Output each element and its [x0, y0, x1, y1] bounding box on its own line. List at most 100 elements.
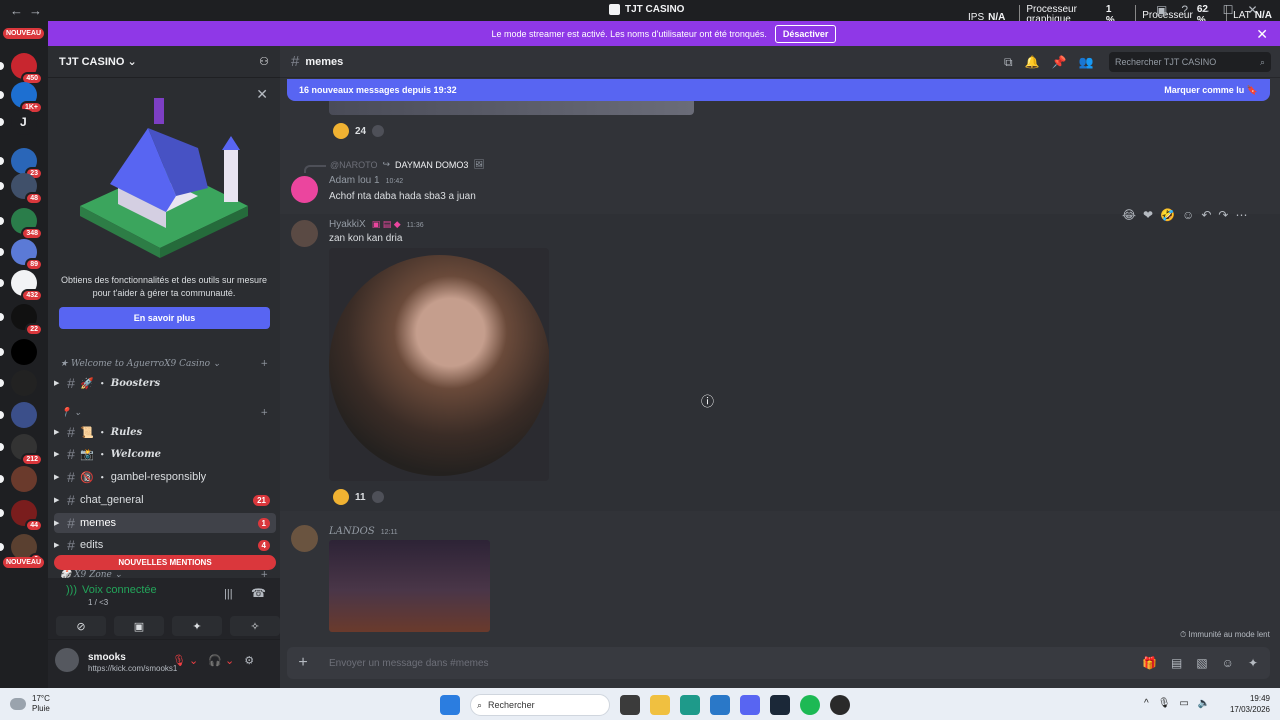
server-icon[interactable]: 348	[11, 208, 43, 240]
server-icon[interactable]	[11, 466, 37, 492]
channel-chat-general[interactable]: ▶ # chat_general 21	[54, 490, 276, 510]
app-icon[interactable]	[830, 695, 850, 715]
gear-icon[interactable]: ⚙	[244, 654, 254, 667]
forward-arrow-icon[interactable]: →	[29, 3, 48, 18]
gif-attachment[interactable]	[329, 540, 490, 632]
task-view-icon[interactable]	[620, 695, 640, 715]
message-composer[interactable]: + Envoyer un message dans #memes 🎁 ▤ ▧ ☺…	[287, 647, 1270, 679]
server-icon[interactable]: 1K+	[11, 82, 43, 114]
microphone-icon[interactable]: 🎙	[1158, 698, 1171, 709]
share-screen-button[interactable]: ▣	[114, 616, 164, 636]
add-channel-icon[interactable]: +	[260, 359, 268, 369]
server-icon[interactable]: 48	[11, 173, 43, 205]
add-reaction-icon[interactable]	[371, 491, 384, 503]
laugh-reaction-icon[interactable]: 😂	[1122, 208, 1136, 222]
rofl-reaction-icon[interactable]: 🤣	[1160, 208, 1175, 222]
back-arrow-icon[interactable]: ←	[10, 3, 29, 18]
new-badge-bottom[interactable]: NOUVEAU	[3, 557, 45, 568]
server-icon[interactable]	[11, 339, 37, 365]
category-unnamed[interactable]: 📍 ⌄ +	[60, 408, 268, 418]
author-name[interactable]: Adam lou 1	[329, 175, 380, 186]
server-icon[interactable]: 44	[11, 500, 43, 532]
server-icon[interactable]: 432	[11, 270, 43, 302]
add-reaction-icon[interactable]: ☺	[1182, 208, 1194, 222]
apps-icon[interactable]: ✦	[1248, 656, 1258, 670]
camera-off-button[interactable]: ⊘	[56, 616, 106, 636]
server-icon[interactable]: J	[11, 109, 37, 135]
reaction[interactable]: 24	[333, 123, 385, 139]
image-attachment[interactable]	[329, 248, 549, 481]
banner-close-icon[interactable]: ✕	[1256, 26, 1268, 43]
category-welcome[interactable]: ★ Welcome to AguerroX9 Casino ⌄ +	[60, 359, 268, 369]
soundboard-button[interactable]: ✧	[230, 616, 280, 636]
reaction[interactable]: 11	[333, 489, 384, 505]
channel-edits[interactable]: ▶ # edits 4	[54, 535, 276, 555]
weather-widget[interactable]: 17°C Pluie	[10, 694, 50, 714]
heart-reaction-icon[interactable]: ❤	[1143, 208, 1153, 222]
channel-welcome[interactable]: ▶ # 📸 ・ Welcome	[54, 444, 276, 464]
add-reaction-icon[interactable]	[372, 125, 385, 137]
close-icon[interactable]: ✕	[1247, 3, 1257, 17]
avatar[interactable]	[291, 525, 318, 552]
store-icon[interactable]	[710, 695, 730, 715]
noise-suppression-icon[interactable]: |||	[224, 588, 233, 600]
chevron-up-icon[interactable]: ^	[1144, 698, 1149, 709]
discord-icon[interactable]	[740, 695, 760, 715]
bell-icon[interactable]: 🔔	[1025, 55, 1040, 70]
server-icon[interactable]: 450	[11, 53, 43, 85]
new-badge-top[interactable]: NOUVEAU	[3, 28, 45, 39]
avatar[interactable]	[291, 176, 318, 203]
deafen-icon[interactable]: 🎧 ⌄	[208, 654, 234, 667]
windows-start-icon[interactable]	[440, 695, 460, 715]
learn-more-button[interactable]: En savoir plus	[59, 307, 270, 329]
channel-rules[interactable]: ▶ # 📜 ・ Rules	[54, 422, 276, 442]
spotify-icon[interactable]	[800, 695, 820, 715]
server-icon[interactable]: 212	[11, 434, 43, 466]
channel-boosters[interactable]: ▶ # 🚀 ・ Boosters	[54, 373, 276, 393]
server-icon[interactable]	[11, 402, 37, 428]
file-explorer-icon[interactable]	[650, 695, 670, 715]
info-icon[interactable]: ⓘ	[701, 391, 714, 410]
forward-icon[interactable]: ↷	[1218, 208, 1228, 222]
pin-icon[interactable]: 📌	[1052, 55, 1067, 70]
server-icon[interactable]: 22	[11, 304, 43, 336]
new-mentions-button[interactable]: NOUVELLES MENTIONS	[54, 555, 276, 570]
voice-channel[interactable]: 1 / <3	[88, 598, 108, 607]
channel-gambel-responsibly[interactable]: ▶ # 🔞 ・ gambel-responsibly	[54, 467, 276, 487]
server-icon[interactable]: 23	[11, 148, 43, 180]
add-channel-icon[interactable]: +	[260, 408, 268, 418]
minimize-icon[interactable]: –	[1202, 3, 1209, 17]
server-header[interactable]: TJT CASINO ⌄ ⚇	[48, 46, 280, 78]
plus-icon[interactable]: +	[287, 654, 319, 672]
previous-image[interactable]	[329, 101, 694, 115]
edge-icon[interactable]	[680, 695, 700, 715]
search-input[interactable]: Rechercher TJT CASINO ⌕	[1109, 52, 1271, 72]
maximize-icon[interactable]: ☐	[1223, 3, 1234, 17]
avatar[interactable]	[291, 220, 318, 247]
author-name[interactable]: HyakkiX	[329, 219, 366, 230]
add-channel-icon[interactable]: +	[260, 570, 268, 578]
avatar[interactable]	[55, 648, 79, 672]
network-icon[interactable]: ▭	[1179, 698, 1188, 709]
sticker-icon[interactable]: ▧	[1196, 656, 1207, 670]
mark-read-button[interactable]: Marquer comme lu 🔖	[1164, 85, 1258, 96]
steam-icon[interactable]	[770, 695, 790, 715]
server-icon[interactable]: 89	[11, 239, 43, 271]
mute-icon[interactable]: 🎙 ⌄	[172, 654, 198, 667]
volume-icon[interactable]: 🔈	[1198, 698, 1210, 709]
gift-icon[interactable]: 🎁	[1142, 656, 1157, 670]
new-messages-bar[interactable]: 16 nouveaux messages depuis 19:32 Marque…	[287, 79, 1270, 101]
category-x9-zone[interactable]: 🎲 X9 Zone ⌄ +	[60, 570, 268, 578]
threads-icon[interactable]: ⧉	[1004, 55, 1013, 70]
reply-preview[interactable]: @NAROTO ↪ DAYMAN DOMO3 🖼	[330, 159, 485, 170]
gif-icon[interactable]: ▤	[1171, 656, 1182, 670]
channel-memes[interactable]: ▶ # memes 1	[54, 513, 276, 533]
more-icon[interactable]: ⋯	[1235, 208, 1247, 222]
disconnect-icon[interactable]: ☎	[251, 586, 266, 600]
server-icon[interactable]	[11, 370, 37, 396]
taskbar-search[interactable]: ⌕ Rechercher	[470, 694, 610, 716]
inbox-icon[interactable]: ▣	[1156, 3, 1167, 17]
add-member-icon[interactable]: ⚇	[259, 55, 269, 68]
disable-streamer-button[interactable]: Désactiver	[774, 24, 837, 43]
help-icon[interactable]: ?	[1181, 3, 1188, 17]
